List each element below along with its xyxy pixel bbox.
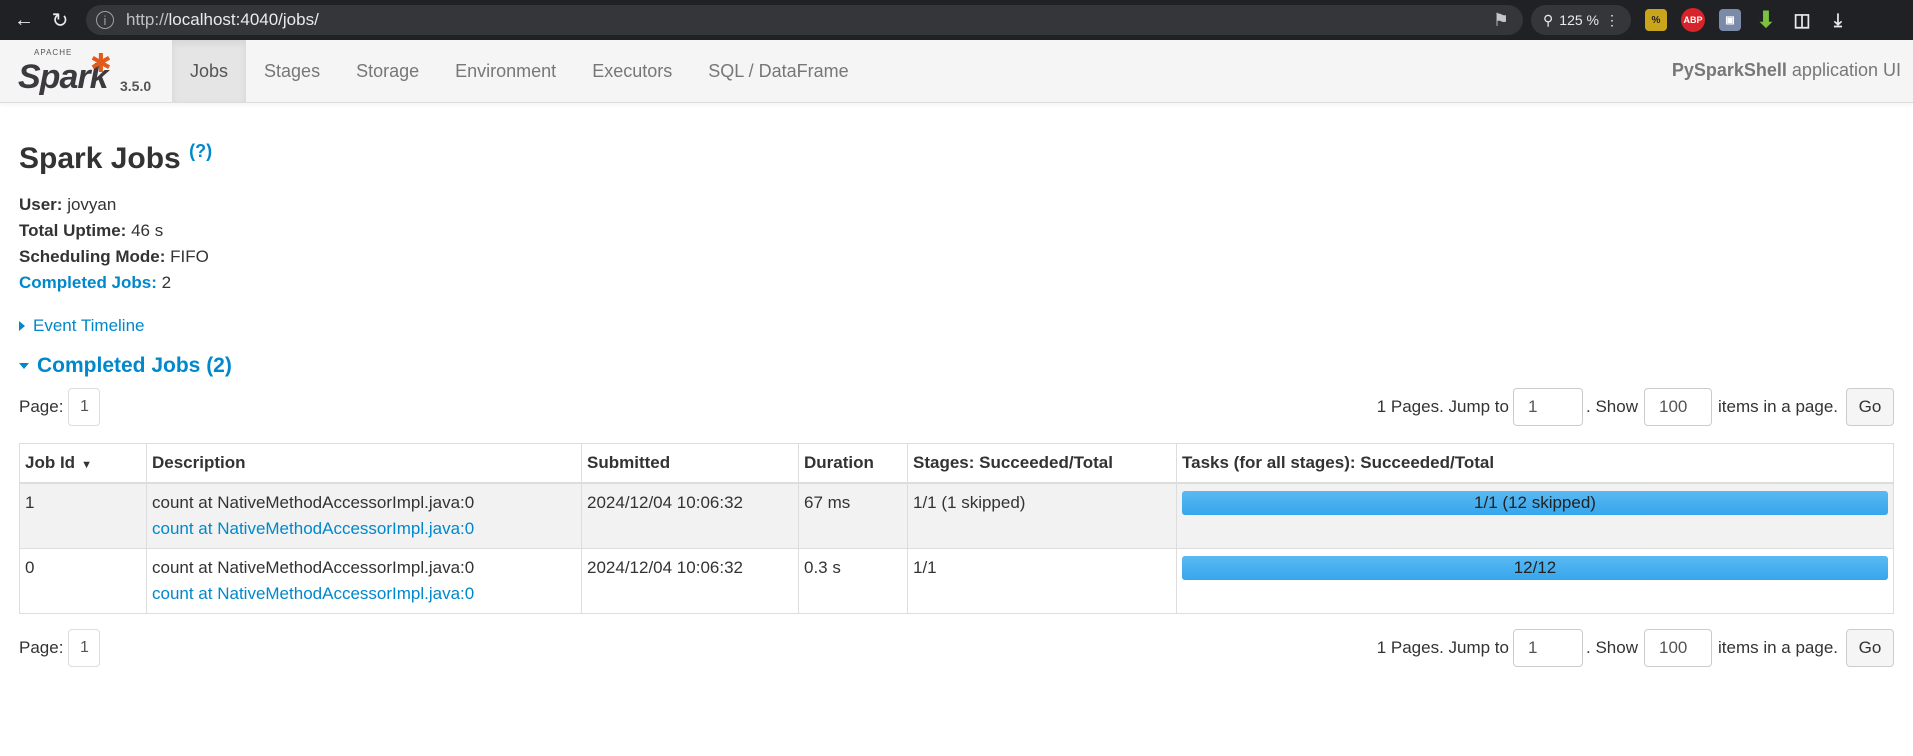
- pager-bottom: Page: 1 1 Pages. Jump to . Show items in…: [19, 629, 1894, 667]
- page-number-button[interactable]: 1: [68, 629, 101, 667]
- tab-stages[interactable]: Stages: [246, 40, 338, 102]
- duration-cell: 0.3 s: [798, 548, 908, 614]
- zoom-icon: ⚲: [1543, 11, 1554, 28]
- tab-jobs[interactable]: Jobs: [172, 40, 247, 102]
- page-size-input[interactable]: [1643, 629, 1712, 667]
- scheduling-mode-row: Scheduling Mode: FIFO: [19, 247, 209, 266]
- jump-to-page-input[interactable]: [1513, 388, 1583, 426]
- job-id-cell: 1: [19, 482, 147, 549]
- downloads-icon[interactable]: ⤓: [1827, 9, 1849, 31]
- duration-cell: 67 ms: [798, 482, 908, 549]
- address-bar[interactable]: i http://localhost:4040/jobs/ ⚑: [86, 5, 1523, 35]
- column-header-submitted[interactable]: Submitted: [581, 443, 799, 484]
- page-size-input[interactable]: [1643, 388, 1712, 426]
- pages-text: 1 Pages. Jump to: [1376, 397, 1509, 416]
- description-link[interactable]: count at NativeMethodAccessorImpl.java:0: [152, 516, 576, 542]
- pages-text: 1 Pages. Jump to: [1376, 638, 1509, 657]
- puzzle-extensions-icon[interactable]: ◫: [1791, 9, 1813, 31]
- zoom-indicator[interactable]: ⚲ 125 % ⋮: [1531, 5, 1631, 35]
- tasks-cell: 12/12: [1176, 548, 1894, 614]
- sort-desc-icon[interactable]: ▼: [81, 459, 92, 471]
- description-text: count at NativeMethodAccessorImpl.java:0: [152, 493, 475, 512]
- jump-to-page-input[interactable]: [1513, 629, 1583, 667]
- submitted-cell: 2024/12/04 10:06:32: [581, 482, 799, 549]
- stages-cell: 1/1: [907, 548, 1177, 614]
- column-header-description[interactable]: Description: [146, 443, 582, 484]
- tab-sql-dataframe[interactable]: SQL / DataFrame: [690, 40, 866, 102]
- menu-dots-icon[interactable]: ⋮: [1605, 12, 1619, 29]
- download-extension-icon[interactable]: ⬇: [1755, 7, 1777, 32]
- back-icon[interactable]: ←: [12, 8, 36, 32]
- browser-toolbar: ← ↻ i http://localhost:4040/jobs/ ⚑ ⚲ 125…: [0, 0, 1913, 40]
- tab-storage[interactable]: Storage: [338, 40, 437, 102]
- percent-extension-icon[interactable]: %: [1645, 9, 1667, 31]
- spark-version: 3.5.0: [120, 78, 152, 94]
- tasks-cell: 1/1 (12 skipped): [1176, 482, 1894, 549]
- tasks-progress-bar: 1/1 (12 skipped): [1182, 491, 1888, 515]
- completed-jobs-table: Job Id ▼ Description Submitted Duration S…: [19, 443, 1894, 614]
- stages-cell: 1/1 (1 skipped): [907, 482, 1177, 549]
- show-text: . Show: [1586, 397, 1638, 416]
- job-id-cell: 0: [19, 548, 147, 614]
- table-row: 1 count at NativeMethodAccessorImpl.java…: [19, 482, 1894, 549]
- description-cell: count at NativeMethodAccessorImpl.java:0…: [146, 482, 582, 549]
- event-timeline-toggle[interactable]: Event Timeline: [19, 316, 1894, 336]
- uptime-row: Total Uptime: 46 s: [19, 221, 164, 240]
- table-row: 0 count at NativeMethodAccessorImpl.java…: [19, 548, 1894, 614]
- completed-jobs-link[interactable]: Completed Jobs:: [19, 273, 157, 292]
- logo-apache-text: APACHE: [34, 48, 73, 57]
- completed-jobs-section-toggle[interactable]: Completed Jobs (2): [19, 354, 1894, 378]
- column-header-stages[interactable]: Stages: Succeeded/Total: [907, 443, 1177, 484]
- help-link[interactable]: (?): [189, 141, 212, 161]
- tasks-progress-bar: 12/12: [1182, 556, 1888, 580]
- spark-navbar: APACHE Spark ✱ 3.5.0 Jobs Stages Storage…: [0, 40, 1913, 103]
- description-cell: count at NativeMethodAccessorImpl.java:0…: [146, 548, 582, 614]
- go-button[interactable]: Go: [1846, 629, 1894, 667]
- show-text: . Show: [1586, 638, 1638, 657]
- job-summary: User: jovyan Total Uptime: 46 s Scheduli…: [19, 192, 1894, 296]
- page-label: Page:: [19, 638, 64, 657]
- completed-jobs-row: Completed Jobs: 2: [19, 273, 172, 292]
- column-header-tasks[interactable]: Tasks (for all stages): Succeeded/Total: [1176, 443, 1894, 484]
- zoom-level: 125 %: [1559, 12, 1599, 28]
- collapse-arrow-icon: [19, 363, 29, 369]
- column-header-job-id[interactable]: Job Id ▼: [19, 443, 147, 484]
- expand-arrow-icon: [19, 321, 25, 331]
- items-text: items in a page.: [1717, 638, 1838, 657]
- bookmark-icon[interactable]: ⚑: [1493, 10, 1509, 31]
- tab-environment[interactable]: Environment: [437, 40, 574, 102]
- application-name: PySparkShell application UI: [1671, 60, 1901, 80]
- site-info-icon[interactable]: i: [96, 11, 114, 29]
- page-label: Page:: [19, 397, 64, 416]
- url-text[interactable]: http://localhost:4040/jobs/: [126, 10, 319, 30]
- description-link[interactable]: count at NativeMethodAccessorImpl.java:0: [152, 581, 576, 607]
- page-number-button[interactable]: 1: [68, 388, 101, 426]
- submitted-cell: 2024/12/04 10:06:32: [581, 548, 799, 614]
- adblock-extension-icon[interactable]: ABP: [1681, 8, 1705, 32]
- image-extension-icon[interactable]: ▣: [1719, 9, 1741, 31]
- column-header-duration[interactable]: Duration: [798, 443, 908, 484]
- reload-icon[interactable]: ↻: [48, 8, 72, 32]
- pager-top: Page: 1 1 Pages. Jump to . Show items in…: [19, 388, 1894, 426]
- spark-logo[interactable]: APACHE Spark ✱ 3.5.0: [0, 40, 172, 102]
- go-button[interactable]: Go: [1846, 388, 1894, 426]
- items-text: items in a page.: [1717, 397, 1838, 416]
- page-title: Spark Jobs (?): [19, 141, 213, 175]
- description-text: count at NativeMethodAccessorImpl.java:0: [152, 558, 475, 577]
- tab-executors[interactable]: Executors: [574, 40, 690, 102]
- user-row: User: jovyan: [19, 195, 117, 214]
- spark-star-icon: ✱: [90, 48, 112, 78]
